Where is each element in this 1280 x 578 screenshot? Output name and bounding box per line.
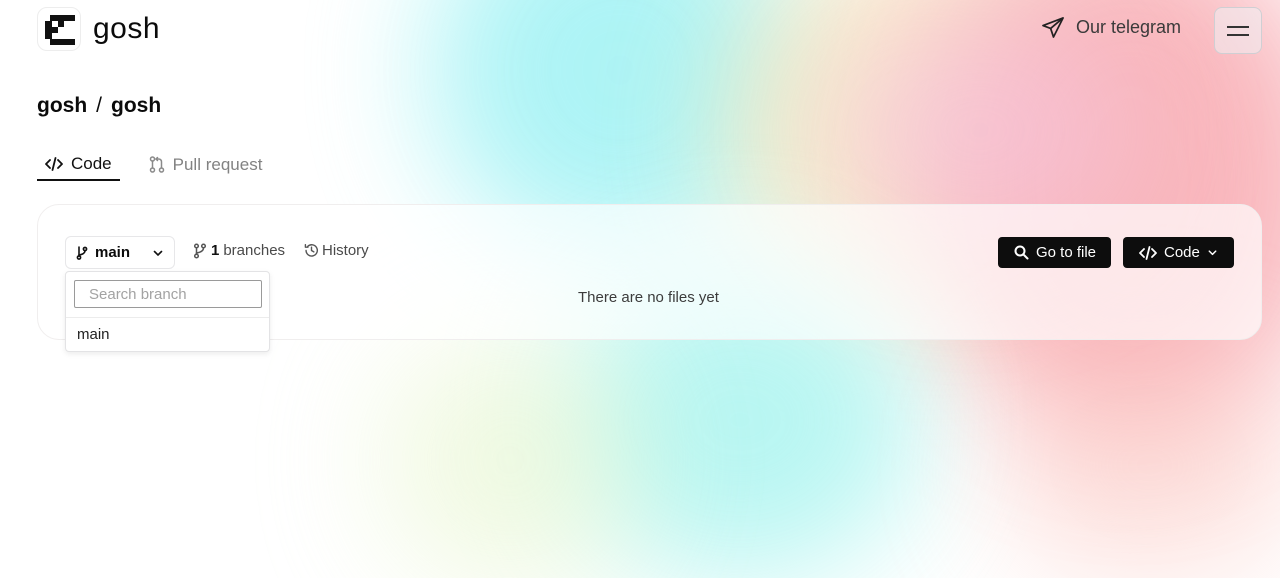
branch-dropdown: main: [65, 271, 270, 352]
branch-select-value: main: [95, 244, 131, 261]
chevron-down-icon: [153, 250, 163, 256]
branches-label: branches: [223, 242, 286, 259]
branch-select[interactable]: main: [65, 236, 175, 269]
chevron-down-icon: [1208, 250, 1217, 256]
git-branch-icon: [76, 245, 88, 260]
search-branch-input[interactable]: [74, 280, 262, 308]
menu-button[interactable]: [1214, 7, 1262, 54]
history-label: History: [322, 242, 369, 259]
telegram-link[interactable]: Our telegram: [1042, 17, 1181, 38]
tab-code-label: Code: [71, 153, 112, 173]
breadcrumb: gosh / gosh: [37, 94, 161, 118]
send-icon: [1042, 17, 1064, 38]
code-icon: [1139, 245, 1157, 260]
tab-pull-request-label: Pull request: [172, 154, 263, 174]
empty-state-message: There are no files yet: [578, 289, 719, 306]
gosh-logo-icon: [37, 7, 81, 51]
logo-link[interactable]: gosh: [37, 7, 160, 51]
telegram-label: Our telegram: [1076, 17, 1182, 37]
search-icon: [1014, 245, 1029, 260]
history-link[interactable]: History: [304, 242, 369, 259]
logo-text: gosh: [93, 12, 161, 45]
tab-code[interactable]: Code: [37, 148, 120, 181]
branch-option[interactable]: main: [77, 326, 110, 343]
code-dropdown-button[interactable]: Code: [1123, 237, 1234, 268]
go-to-file-label: Go to file: [1036, 244, 1097, 261]
code-button-label: Code: [1164, 244, 1200, 261]
branches-count: 1: [211, 242, 220, 259]
dropdown-divider: [66, 317, 269, 318]
repo-tabs: Code Pull request: [37, 148, 270, 181]
git-branch-icon: [193, 242, 207, 259]
code-icon: [45, 156, 63, 171]
breadcrumb-repo[interactable]: gosh: [111, 94, 161, 118]
branches-link[interactable]: 1 branches: [193, 242, 285, 259]
menu-icon: [1227, 25, 1249, 36]
history-icon: [304, 243, 319, 257]
tab-pull-request[interactable]: Pull request: [141, 148, 271, 181]
breadcrumb-owner[interactable]: gosh: [37, 94, 87, 118]
git-pull-request-icon: [149, 156, 164, 173]
breadcrumb-separator: /: [96, 94, 103, 117]
go-to-file-button[interactable]: Go to file: [998, 237, 1111, 268]
